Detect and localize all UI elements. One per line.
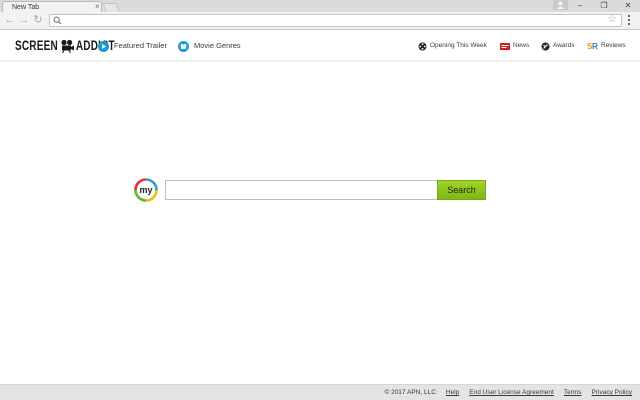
terms-link[interactable]: Terms xyxy=(564,388,582,397)
eula-link[interactable]: End User License Agreement xyxy=(469,388,554,397)
forward-icon[interactable]: → xyxy=(18,14,30,26)
nav-movie-genres[interactable]: Movie Genres xyxy=(178,40,241,52)
nav-label: Movie Genres xyxy=(194,41,241,50)
nav-reviews[interactable]: S R Reviews xyxy=(587,41,626,51)
search-input[interactable] xyxy=(165,180,438,200)
my-logo-text: my xyxy=(139,185,152,195)
reload-icon[interactable]: ↻ xyxy=(32,14,44,26)
svg-text:R: R xyxy=(592,42,598,50)
close-window-button[interactable]: ✕ xyxy=(616,0,640,11)
nav-news[interactable]: News xyxy=(500,41,529,51)
nav-awards[interactable]: Awards xyxy=(541,41,575,51)
site-header: SCREEN ADDICT Featured Trailer Movie Gen… xyxy=(0,31,640,61)
privacy-policy-link[interactable]: Privacy Policy xyxy=(592,388,632,397)
news-icon xyxy=(500,42,510,50)
search-icon xyxy=(53,16,62,25)
nav-label: Reviews xyxy=(601,42,626,49)
genres-icon xyxy=(178,40,189,52)
camera-reel-icon xyxy=(61,39,74,53)
film-reel-icon xyxy=(418,42,427,50)
address-bar[interactable]: ☆ xyxy=(49,14,622,27)
tab-close-icon[interactable]: × xyxy=(95,2,100,12)
reviews-icon: S R xyxy=(587,42,598,50)
play-icon xyxy=(98,40,109,52)
awards-icon xyxy=(541,42,550,50)
bookmark-star-icon[interactable]: ☆ xyxy=(608,14,617,26)
profile-button[interactable] xyxy=(553,0,568,10)
my-logo: my xyxy=(134,178,158,202)
tab-strip: New Tab × – ❐ ✕ xyxy=(0,0,640,12)
nav-label: Featured Trailer xyxy=(114,41,167,50)
browser-tab[interactable]: New Tab × xyxy=(2,1,102,12)
minimize-button[interactable]: – xyxy=(568,0,592,11)
new-tab-button[interactable] xyxy=(102,3,120,12)
help-link[interactable]: Help xyxy=(446,388,459,397)
restore-button[interactable]: ❐ xyxy=(592,0,616,11)
logo-text-left: SCREEN xyxy=(15,38,58,54)
nav-label: Opening This Week xyxy=(430,42,487,49)
person-icon xyxy=(556,1,565,9)
footer: © 2017 APN, LLC Help End User License Ag… xyxy=(0,384,640,400)
search-button[interactable]: Search xyxy=(437,180,486,200)
back-icon[interactable]: ← xyxy=(4,14,16,26)
nav-featured-trailer[interactable]: Featured Trailer xyxy=(98,40,167,52)
nav-label: Awards xyxy=(553,42,575,49)
browser-toolbar: ← → ↻ ☆ xyxy=(0,12,640,30)
nav-opening-this-week[interactable]: Opening This Week xyxy=(418,41,487,51)
tab-title: New Tab xyxy=(12,4,40,11)
nav-label: News xyxy=(513,42,530,49)
browser-menu-icon[interactable] xyxy=(627,15,631,27)
copyright-text: © 2017 APN, LLC xyxy=(384,389,436,396)
